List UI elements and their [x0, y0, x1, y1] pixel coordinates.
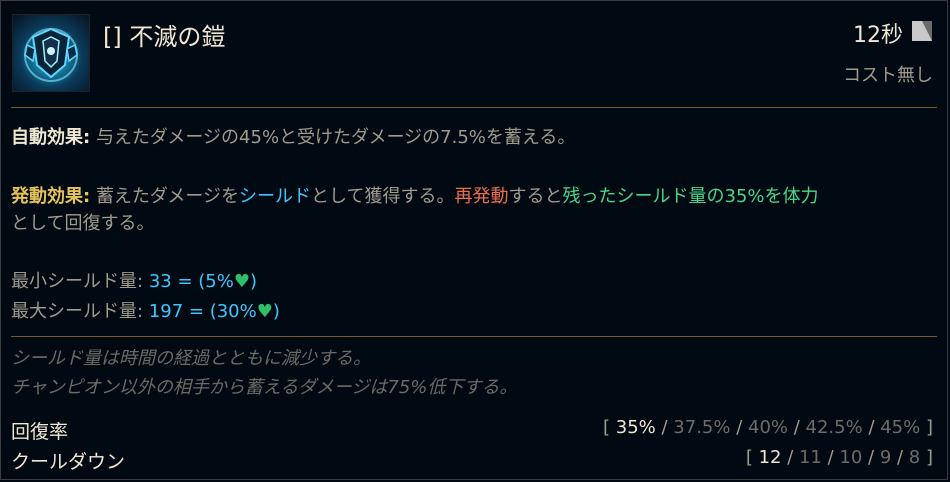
bracket-open: [ [745, 447, 759, 468]
separator: / [730, 417, 748, 438]
heal-keyword: 残ったシールド量の35%を体力 [562, 186, 819, 207]
separator: / [788, 417, 806, 438]
max-shield-close: ) [272, 301, 280, 322]
active-text-7: として回復する。 [11, 213, 155, 234]
separator: / [862, 447, 880, 468]
bracket-close: ] [920, 417, 933, 438]
recast-keyword: 再発動 [454, 186, 509, 207]
armor-ability-icon [12, 14, 90, 92]
separator: / [655, 417, 674, 438]
divider [11, 107, 937, 108]
separator: / [862, 417, 881, 438]
active-line: 発動効果: 蓄えたダメージをシールドとして獲得する。再発動すると残ったシールド量… [11, 184, 819, 210]
shield-keyword: シールド [239, 186, 312, 207]
separator: / [891, 447, 909, 468]
passive-line: 自動効果: 与えたダメージの45%と受けたダメージの7.5%を蓄える。 [11, 125, 575, 151]
health-heart-icon: ♥ [233, 271, 250, 292]
ability-tooltip: [] 不滅の鎧 12秒 コスト無し 自動効果: 与えたダメージの45%と受けたダ… [0, 0, 948, 480]
rank-value: 9 [879, 447, 892, 468]
rank-value: 45% [880, 417, 921, 438]
passive-text: 与えたダメージの45%と受けたダメージの7.5%を蓄える。 [95, 127, 576, 148]
min-shield-label: 最小シールド量: [11, 271, 144, 292]
rank-value: 35% [615, 417, 656, 438]
rank-value: 42.5% [805, 417, 863, 438]
min-shield-value: 33 = (5% [148, 271, 234, 292]
rank-value: 40% [748, 417, 789, 438]
cost-text: コスト無し [843, 65, 933, 86]
note-line: シールド量は時間の経過とともに減少する。 [11, 348, 371, 369]
rank-value: 10 [839, 447, 863, 468]
rank-value: 11 [798, 447, 822, 468]
max-shield-value: 197 = (30% [148, 301, 257, 322]
separator: / [821, 447, 840, 468]
bracket-close: ] [920, 447, 933, 468]
cooldown-label: クールダウン [11, 451, 126, 473]
passive-label: 自動効果: [11, 127, 91, 148]
rank-value: 8 [908, 447, 921, 468]
divider [11, 336, 937, 337]
cooldown-icon [912, 21, 932, 41]
rank-value: 37.5% [673, 417, 731, 438]
active-line-2: として回復する。 [11, 211, 154, 237]
note-line: チャンピオン以外の相手から蓄えるダメージは75%低下する。 [11, 377, 518, 398]
health-heart-icon: ♥ [256, 301, 273, 322]
separator: / [781, 447, 799, 468]
cooldown-values: [ 12 / 11 / 10 / 9 / 8 ] [746, 447, 933, 468]
active-text-3: として獲得する。 [311, 186, 455, 207]
cooldown-value: 12秒 [853, 23, 903, 48]
active-label: 発動効果: [11, 186, 91, 207]
max-shield-label: 最大シールド量: [11, 301, 144, 322]
ability-title: [] 不滅の鎧 [103, 23, 226, 51]
max-shield-line: 最大シールド量: 197 = (30%♥) [11, 299, 280, 325]
heal-rate-values: [ 35% / 37.5% / 40% / 42.5% / 45% ] [603, 417, 933, 438]
heal-rate-label: 回復率 [11, 421, 69, 443]
active-text-5: すると [508, 186, 563, 207]
min-shield-close: ) [249, 271, 257, 292]
bracket-open: [ [603, 417, 616, 438]
rank-value: 12 [758, 447, 782, 468]
min-shield-line: 最小シールド量: 33 = (5%♥) [11, 269, 257, 295]
active-text-1: 蓄えたダメージを [95, 186, 240, 207]
